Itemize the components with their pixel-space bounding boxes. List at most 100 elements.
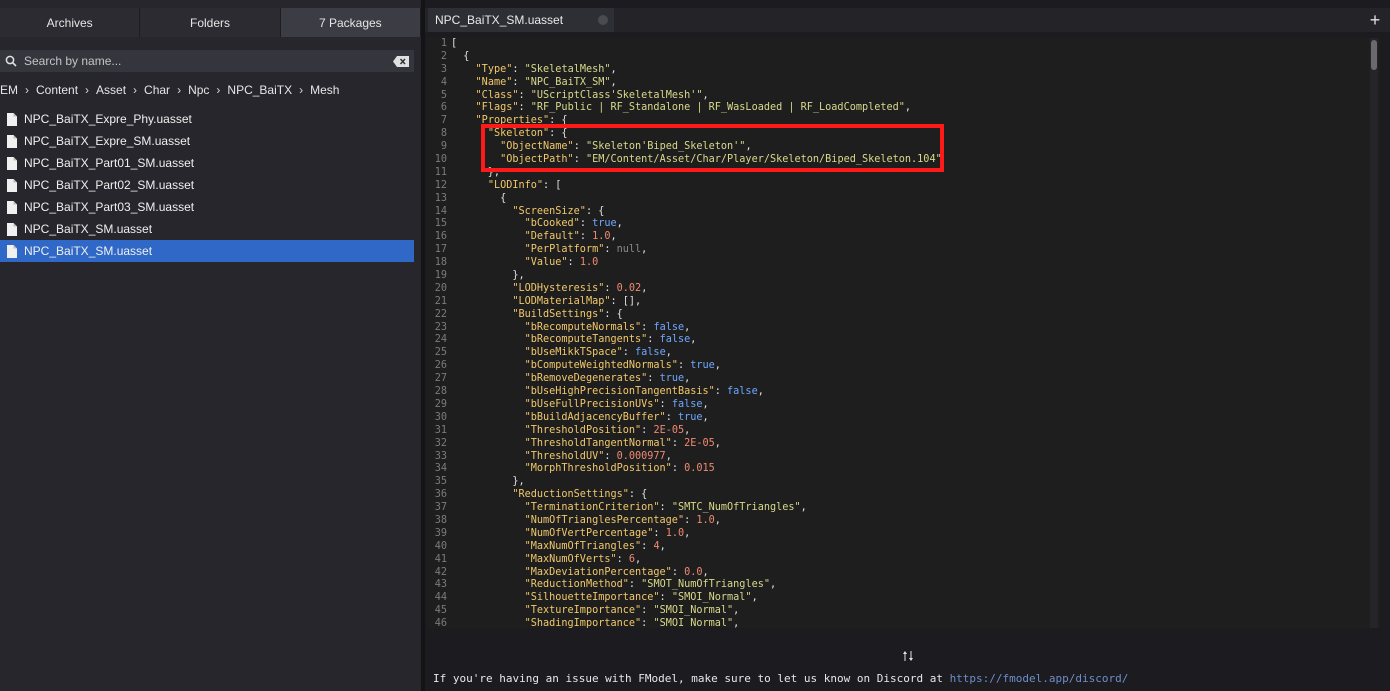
line-number: 9 [440,141,447,153]
breadcrumb-item[interactable]: Char [144,83,170,97]
code-text: "bUseHighPrecisionTangentBasis": false, [524,386,764,398]
line-number: 15 [434,218,447,230]
line-number: 19 [434,270,447,282]
document-tab-label: NPC_BaiTX_SM.uasset [435,13,564,27]
code-text: "MaxNumOfTriangles": 4, [524,540,666,552]
line-number: 30 [434,411,447,423]
code-line: 42 "MaxDeviationPercentage": 0.0, [427,567,1380,580]
line-number: 37 [434,502,447,514]
code-line: 38 "NumOfTrianglesPercentage": 1.0, [427,515,1380,528]
discord-link[interactable]: https://fmodel.app/discord/ [950,672,1129,685]
line-number: 8 [440,128,447,140]
code-line: 45 "TextureImportance": "SMOI_Normal", [427,605,1380,618]
line-number: 7 [440,115,447,127]
list-item[interactable]: NPC_BaiTX_SM.uasset [0,240,414,262]
code-line: 22 "BuildSettings": { [427,309,1380,322]
chevron-right-icon: › [25,83,29,97]
json-editor[interactable]: 1[2 {3 "Type": "SkeletalMesh", 4 "Name": … [427,38,1380,628]
line-number: 6 [440,102,447,114]
code-line: 16 "Default": 1.0, [427,231,1380,244]
line-number: 1 [440,38,447,49]
code-text: "LODHysteresis": 0.02, [512,282,648,294]
line-number: 28 [434,386,447,398]
code-text: "ThresholdPosition": 2E-05, [524,424,691,436]
breadcrumb-item[interactable]: Mesh [310,83,339,97]
right-panel: NPC_BaiTX_SM.uasset + 1[2 {3 "Type": "Sk… [425,0,1390,691]
code-text: }, [451,476,525,488]
file-name: NPC_BaiTX_Part01_SM.uasset [24,156,195,170]
package-list: NPC_BaiTX_Expre_Phy.uasset NPC_BaiTX_Expr… [0,108,414,262]
code-text: }, [451,270,525,282]
list-item[interactable]: NPC_BaiTX_Part02_SM.uasset [0,174,414,196]
line-number: 32 [434,437,447,449]
line-number: 31 [434,424,447,436]
tab-folders[interactable]: Folders [140,8,281,37]
file-icon [0,134,24,148]
file-icon [0,156,24,170]
scrollbar-thumb[interactable] [1371,40,1377,70]
list-item[interactable]: NPC_BaiTX_SM.uasset [0,218,414,240]
search-input[interactable] [22,53,388,69]
code-text: "ThresholdUV": 0.000977, [524,450,672,462]
line-number: 3 [440,63,447,75]
code-line: 13 { [427,193,1380,206]
code-text: "Flags": "RF_Public | RF_Standalone | RF… [475,102,912,114]
breadcrumb-item[interactable]: Asset [96,83,126,97]
code-text: "Name": "NPC_BaiTX_SM", [475,76,617,88]
breadcrumb-item[interactable]: Npc [188,83,209,97]
code-text: "NumOfVertPercentage": 1.0, [524,527,691,539]
code-text: "bRemoveDegenerates": true, [524,373,691,385]
code-line: 3 "Type": "SkeletalMesh", [427,64,1380,77]
line-number: 18 [434,257,447,269]
code-line: 30 "bBuildAdjacencyBuffer": true, [427,412,1380,425]
vertical-scrollbar[interactable] [1370,38,1378,628]
code-line: 19 }, [427,270,1380,283]
clear-search-icon[interactable] [388,55,414,67]
code-text: "ScreenSize": { [512,205,605,217]
code-text: "MaxNumOfVerts": 6, [524,553,642,565]
code-line: 17 "PerPlatform": null, [427,244,1380,257]
list-item[interactable]: NPC_BaiTX_Expre_SM.uasset [0,130,414,152]
file-name: NPC_BaiTX_SM.uasset [24,244,153,258]
code-text: "MorphThresholdPosition": 0.015 [524,463,715,475]
code-text: "Type": "SkeletalMesh", [475,63,617,75]
code-text: "bUseMikkTSpace": false, [524,347,672,359]
line-number: 27 [434,373,447,385]
tab-document[interactable]: NPC_BaiTX_SM.uasset [428,8,614,32]
breadcrumb-item[interactable]: Content [36,83,78,97]
code-line: 24 "bRecomputeTangents": false, [427,334,1380,347]
file-icon [0,244,24,258]
plus-icon[interactable]: + [1366,10,1384,30]
list-item[interactable]: NPC_BaiTX_Expre_Phy.uasset [0,108,414,130]
code-line: 4 "Name": "NPC_BaiTX_SM", [427,77,1380,90]
line-number: 2 [440,50,447,62]
status-text: If you're having an issue with FModel, m… [433,672,950,685]
code-line: 37 "TerminationCriterion": "SMTC_NumOfTr… [427,502,1380,515]
line-number: 14 [434,205,447,217]
code-text: "bBuildAdjacencyBuffer": true, [524,411,709,423]
line-number: 4 [440,76,447,88]
list-item[interactable]: NPC_BaiTX_Part01_SM.uasset [0,152,414,174]
code-text: "ThresholdTangentNormal": 2E-05, [524,437,721,449]
breadcrumb-item[interactable]: NPC_BaiTX [227,83,292,97]
code-line: 31 "ThresholdPosition": 2E-05, [427,425,1380,438]
search-icon [0,55,22,67]
code-line: 32 "ThresholdTangentNormal": 2E-05, [427,438,1380,451]
breadcrumb-item[interactable]: EM [0,83,18,97]
code-text: "TerminationCriterion": "SMTC_NumOfTrian… [524,502,807,514]
code-text: "Class": "UScriptClass'SkeletalMesh'", [475,89,709,101]
line-number: 23 [434,321,447,333]
line-number: 40 [434,540,447,552]
list-item[interactable]: NPC_BaiTX_Part03_SM.uasset [0,196,414,218]
code-line: 39 "NumOfVertPercentage": 1.0, [427,528,1380,541]
line-number: 5 [440,89,447,101]
tab-packages[interactable]: 7 Packages [280,8,421,37]
code-line: 46 "ShadingImportance": "SMOI_Normal", [427,618,1380,628]
line-number: 42 [434,566,447,578]
left-tab-bar: Archives Folders 7 Packages [0,8,421,37]
file-icon [0,200,24,214]
resize-handle[interactable] [425,646,1390,668]
close-tab-icon[interactable] [598,15,608,25]
file-name: NPC_BaiTX_Expre_Phy.uasset [24,112,192,126]
tab-archives[interactable]: Archives [0,8,141,37]
